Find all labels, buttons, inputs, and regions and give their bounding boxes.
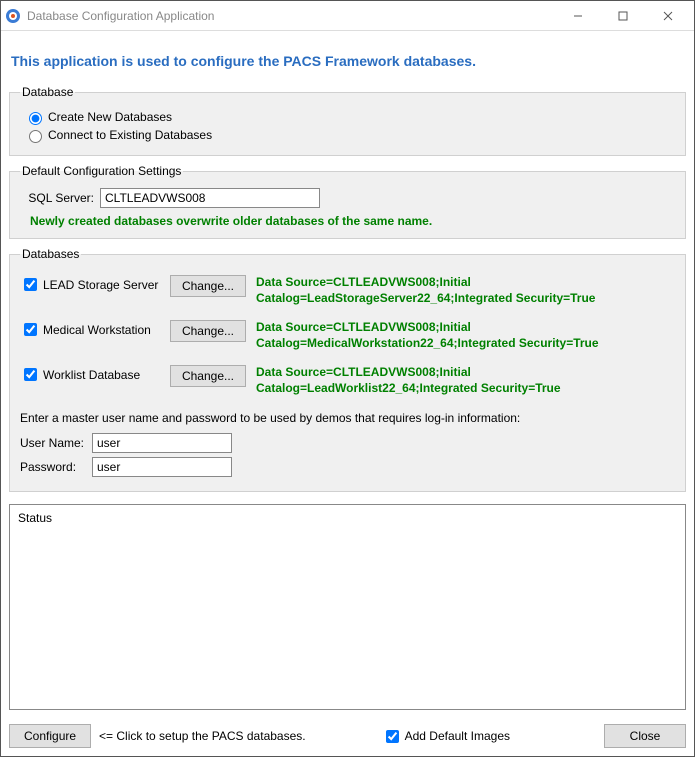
connect-existing-radio-input[interactable] bbox=[29, 130, 42, 143]
lead-storage-checkbox[interactable]: LEAD Storage Server bbox=[20, 275, 170, 294]
medical-workstation-label: Medical Workstation bbox=[43, 323, 151, 337]
change-storage-button[interactable]: Change... bbox=[170, 275, 246, 297]
db-row-workstation: Medical Workstation Change... Data Sourc… bbox=[20, 320, 675, 351]
add-default-images-label: Add Default Images bbox=[405, 729, 510, 743]
credentials-prompt: Enter a master user name and password to… bbox=[20, 411, 675, 425]
worklist-checkbox-input[interactable] bbox=[24, 368, 37, 381]
create-new-radio-input[interactable] bbox=[29, 112, 42, 125]
minimize-button[interactable] bbox=[555, 2, 600, 30]
change-worklist-button[interactable]: Change... bbox=[170, 365, 246, 387]
username-label: User Name: bbox=[20, 436, 92, 450]
connect-existing-radio[interactable]: Connect to Existing Databases bbox=[20, 127, 675, 143]
password-label: Password: bbox=[20, 460, 92, 474]
databases-group: Databases LEAD Storage Server Change... … bbox=[9, 247, 686, 492]
database-group: Database Create New Databases Connect to… bbox=[9, 85, 686, 156]
databases-legend: Databases bbox=[20, 247, 81, 261]
medical-workstation-checkbox[interactable]: Medical Workstation bbox=[20, 320, 170, 339]
change-workstation-button[interactable]: Change... bbox=[170, 320, 246, 342]
configure-hint: <= Click to setup the PACS databases. bbox=[99, 729, 306, 743]
status-label: Status bbox=[18, 511, 52, 525]
app-icon bbox=[5, 8, 21, 24]
db-row-worklist: Worklist Database Change... Data Source=… bbox=[20, 365, 675, 396]
default-config-group: Default Configuration Settings SQL Serve… bbox=[9, 164, 686, 239]
default-config-legend: Default Configuration Settings bbox=[20, 164, 183, 178]
workstation-datasource: Data Source=CLTLEADVWS008;Initial Catalo… bbox=[256, 320, 675, 351]
lead-storage-label: LEAD Storage Server bbox=[43, 278, 158, 292]
add-default-images-checkbox-input[interactable] bbox=[386, 730, 399, 743]
maximize-button[interactable] bbox=[600, 2, 645, 30]
password-input[interactable] bbox=[92, 457, 232, 477]
database-legend: Database bbox=[20, 85, 75, 99]
medical-workstation-checkbox-input[interactable] bbox=[24, 323, 37, 336]
worklist-label: Worklist Database bbox=[43, 368, 140, 382]
storage-datasource: Data Source=CLTLEADVWS008;Initial Catalo… bbox=[256, 275, 675, 306]
db-row-storage: LEAD Storage Server Change... Data Sourc… bbox=[20, 275, 675, 306]
overwrite-warning: Newly created databases overwrite older … bbox=[20, 214, 675, 228]
window-title: Database Configuration Application bbox=[27, 9, 555, 23]
worklist-checkbox[interactable]: Worklist Database bbox=[20, 365, 170, 384]
status-box: Status bbox=[9, 504, 686, 710]
worklist-datasource: Data Source=CLTLEADVWS008;Initial Catalo… bbox=[256, 365, 675, 396]
close-window-button[interactable] bbox=[645, 2, 690, 30]
add-default-images-checkbox[interactable]: Add Default Images bbox=[382, 727, 510, 746]
connect-existing-radio-label: Connect to Existing Databases bbox=[48, 128, 212, 142]
sql-server-label: SQL Server: bbox=[20, 191, 100, 205]
sql-server-input[interactable] bbox=[100, 188, 320, 208]
configure-button[interactable]: Configure bbox=[9, 724, 91, 748]
titlebar: Database Configuration Application bbox=[1, 1, 694, 31]
close-button[interactable]: Close bbox=[604, 724, 686, 748]
lead-storage-checkbox-input[interactable] bbox=[24, 278, 37, 291]
create-new-radio[interactable]: Create New Databases bbox=[20, 109, 675, 125]
banner-text: This application is used to configure th… bbox=[1, 31, 694, 83]
bottom-bar: Configure <= Click to setup the PACS dat… bbox=[1, 716, 694, 756]
username-input[interactable] bbox=[92, 433, 232, 453]
create-new-radio-label: Create New Databases bbox=[48, 110, 172, 124]
